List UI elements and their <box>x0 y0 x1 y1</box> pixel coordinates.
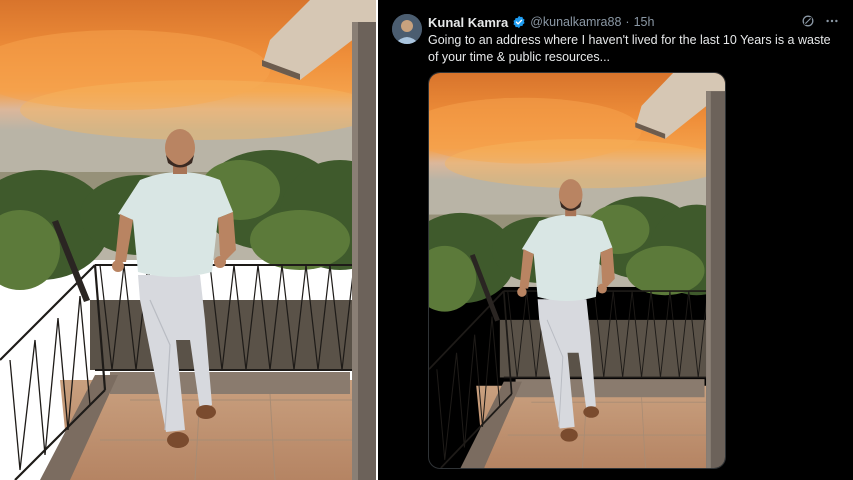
separator: · <box>625 15 630 29</box>
tweet-text: Going to an address where I haven't live… <box>428 33 831 64</box>
tweet-header: Kunal Kamra @kunalkamra88 · 15h <box>428 14 813 30</box>
verified-badge-icon <box>512 15 526 29</box>
more-options-icon[interactable] <box>825 14 839 28</box>
tweet-media-photo[interactable] <box>428 72 726 469</box>
avatar[interactable] <box>392 14 422 44</box>
post-time[interactable]: 15h <box>634 15 655 29</box>
author-handle[interactable]: @kunalkamra88 <box>530 15 621 29</box>
header-actions <box>801 14 839 28</box>
left-photo <box>0 0 376 480</box>
sunset-balcony-photo <box>429 73 725 468</box>
author-name[interactable]: Kunal Kamra <box>428 15 508 30</box>
sunset-balcony-photo <box>0 0 376 480</box>
grok-icon[interactable] <box>801 14 815 28</box>
tweet-panel: Kunal Kamra @kunalkamra88 · 15h Going to… <box>378 0 853 480</box>
